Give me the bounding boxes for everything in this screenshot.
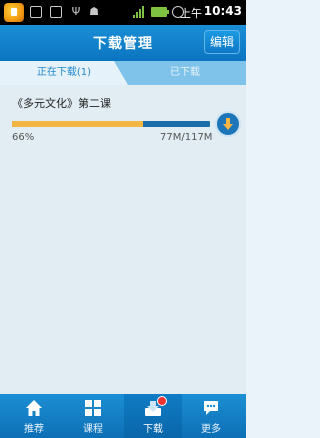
grid-icon xyxy=(85,400,101,416)
image-icon xyxy=(50,6,62,18)
edit-button[interactable]: 编辑 xyxy=(204,30,240,54)
chat-bubble-icon xyxy=(204,401,218,415)
nav-item-more[interactable]: 更多 xyxy=(182,394,240,438)
app-header: 下载管理 编辑 xyxy=(0,25,246,61)
nav-item-download[interactable]: 下载 xyxy=(124,394,182,438)
download-list: 《多元文化》第二课 66% 77M/117M xyxy=(0,85,246,394)
progress-fill xyxy=(12,121,143,127)
list-item[interactable]: 《多元文化》第二课 66% 77M/117M xyxy=(0,91,246,143)
nav-label: 更多 xyxy=(201,424,221,435)
usb-icon: Ψ xyxy=(71,5,81,18)
status-bar: Ψ ☗ 上午 10:43 xyxy=(0,0,246,25)
nav-label: 推荐 xyxy=(24,424,44,435)
status-time: 10:43 xyxy=(203,4,242,18)
signal-icon xyxy=(133,6,146,18)
nav-item-courses[interactable]: 课程 xyxy=(64,394,122,438)
course-title: 《多元文化》第二课 xyxy=(12,97,111,110)
nav-label: 课程 xyxy=(83,424,103,435)
nav-item-recommend[interactable]: 推荐 xyxy=(5,394,63,438)
tab-downloading[interactable]: 正在下载(1) xyxy=(0,61,128,85)
bottom-nav: 推荐 课程 下载 更多 xyxy=(0,394,246,438)
app-notification-icon xyxy=(4,3,24,22)
progress-bar xyxy=(12,121,210,127)
notification-badge xyxy=(157,396,167,406)
nav-label: 下载 xyxy=(143,424,163,435)
android-debug-icon: ☗ xyxy=(89,5,99,18)
battery-icon xyxy=(151,7,169,17)
home-icon xyxy=(26,400,42,416)
download-tabs: 正在下载(1) 已下载 xyxy=(0,61,246,85)
download-arrow-icon xyxy=(223,118,233,130)
tab-downloaded[interactable]: 已下载 xyxy=(124,61,246,85)
download-button[interactable] xyxy=(215,111,241,137)
progress-percent: 66% xyxy=(12,132,35,143)
sd-card-icon xyxy=(30,6,42,18)
download-size: 77M/117M xyxy=(160,132,213,143)
status-ampm: 上午 xyxy=(180,7,202,20)
